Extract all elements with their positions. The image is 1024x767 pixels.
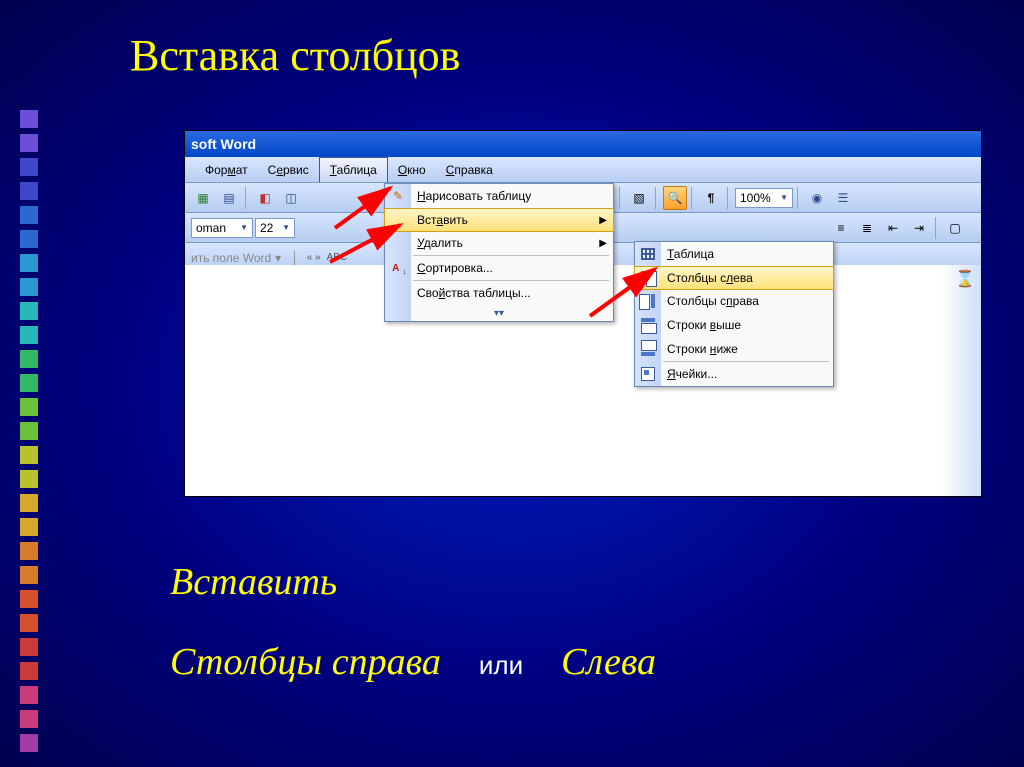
word-screenshot: soft Word Формат Сервис Таблица Окно Спр… <box>184 130 982 497</box>
toolbar-icon[interactable]: ☰ <box>831 186 855 210</box>
submenu-arrow-icon: ▶ <box>599 238 607 249</box>
menu-insert-submenu: Таблица Столбцы слева Столбцы справа Стр… <box>634 241 834 387</box>
submenu-item-rows-above[interactable]: Строки выше <box>635 313 833 337</box>
slide-bullets <box>20 110 38 752</box>
menu-item-table-props[interactable]: Свойства таблицы... <box>385 281 613 305</box>
menu-expand-icon[interactable]: ▾▾ <box>385 305 613 321</box>
slide-caption-or: или <box>479 650 523 681</box>
menu-item-draw-table[interactable]: Нарисовать таблицу <box>385 184 613 208</box>
toolbar-pilcrow-icon[interactable]: ¶ <box>699 186 723 210</box>
columns-left-icon <box>639 269 657 287</box>
slide-caption-left: Слева <box>561 640 656 684</box>
toolbar-icon[interactable]: ▧ <box>627 186 651 210</box>
toolbar-icon[interactable]: ◉ <box>805 186 829 210</box>
zoom-combo[interactable]: 100%▼ <box>735 188 793 208</box>
menu-item-insert[interactable]: Вставить ▶ <box>384 208 614 232</box>
align-icon[interactable]: ≡ <box>829 216 853 240</box>
indent-decrease-icon[interactable]: ⇤ <box>881 216 905 240</box>
menu-help[interactable]: Справка <box>436 157 503 182</box>
slide-caption-insert: Вставить <box>170 560 337 604</box>
align-icon[interactable]: ≣ <box>855 216 879 240</box>
submenu-item-cells[interactable]: Ячейки... <box>635 362 833 386</box>
toolbar-icon[interactable]: ◧ <box>253 186 277 210</box>
menu-item-sort[interactable]: ↓ Сортировка... <box>385 256 613 280</box>
hourglass-cursor-icon: ⌛ <box>955 269 975 289</box>
slide-caption-row: Столбцы справа или Слева <box>170 640 656 684</box>
toolbar-icon[interactable]: ▤ <box>217 186 241 210</box>
menu-window[interactable]: Окно <box>388 157 436 182</box>
table-icon <box>639 245 657 263</box>
submenu-item-rows-below[interactable]: Строки ниже <box>635 337 833 361</box>
sort-icon: ↓ <box>389 259 407 277</box>
menu-item-delete[interactable]: Удалить ▶ <box>385 231 613 255</box>
columns-right-icon <box>639 292 657 310</box>
menu-service[interactable]: Сервис <box>258 157 319 182</box>
submenu-arrow-icon: ▶ <box>599 215 607 226</box>
toolbar-icon[interactable]: ▦ <box>191 186 215 210</box>
word-titlebar: soft Word <box>185 131 981 157</box>
rows-below-icon <box>639 340 657 358</box>
font-size-combo[interactable]: 22▼ <box>255 218 295 238</box>
menu-format[interactable]: Формат <box>195 157 258 182</box>
indent-increase-icon[interactable]: ⇥ <box>907 216 931 240</box>
submenu-item-cols-right[interactable]: Столбцы справа <box>635 289 833 313</box>
slide-title: Вставка столбцов <box>130 30 460 81</box>
menu-table-dropdown: Нарисовать таблицу Вставить ▶ Удалить ▶ … <box>384 183 614 322</box>
slide-caption-right: Столбцы справа <box>170 640 441 684</box>
toolbar-icon[interactable]: ◫ <box>279 186 303 210</box>
submenu-item-table[interactable]: Таблица <box>635 242 833 266</box>
cells-icon <box>639 365 657 383</box>
border-icon[interactable]: ▢ <box>943 216 967 240</box>
submenu-item-cols-left[interactable]: Столбцы слева <box>634 266 834 290</box>
menu-table[interactable]: Таблица <box>319 157 388 182</box>
pencil-icon <box>389 187 407 205</box>
rows-above-icon <box>639 316 657 334</box>
font-name-combo[interactable]: oman▼ <box>191 218 253 238</box>
word-menubar: Формат Сервис Таблица Окно Справка <box>185 157 981 183</box>
toolbar-research-icon[interactable]: 🔍 <box>663 186 687 210</box>
